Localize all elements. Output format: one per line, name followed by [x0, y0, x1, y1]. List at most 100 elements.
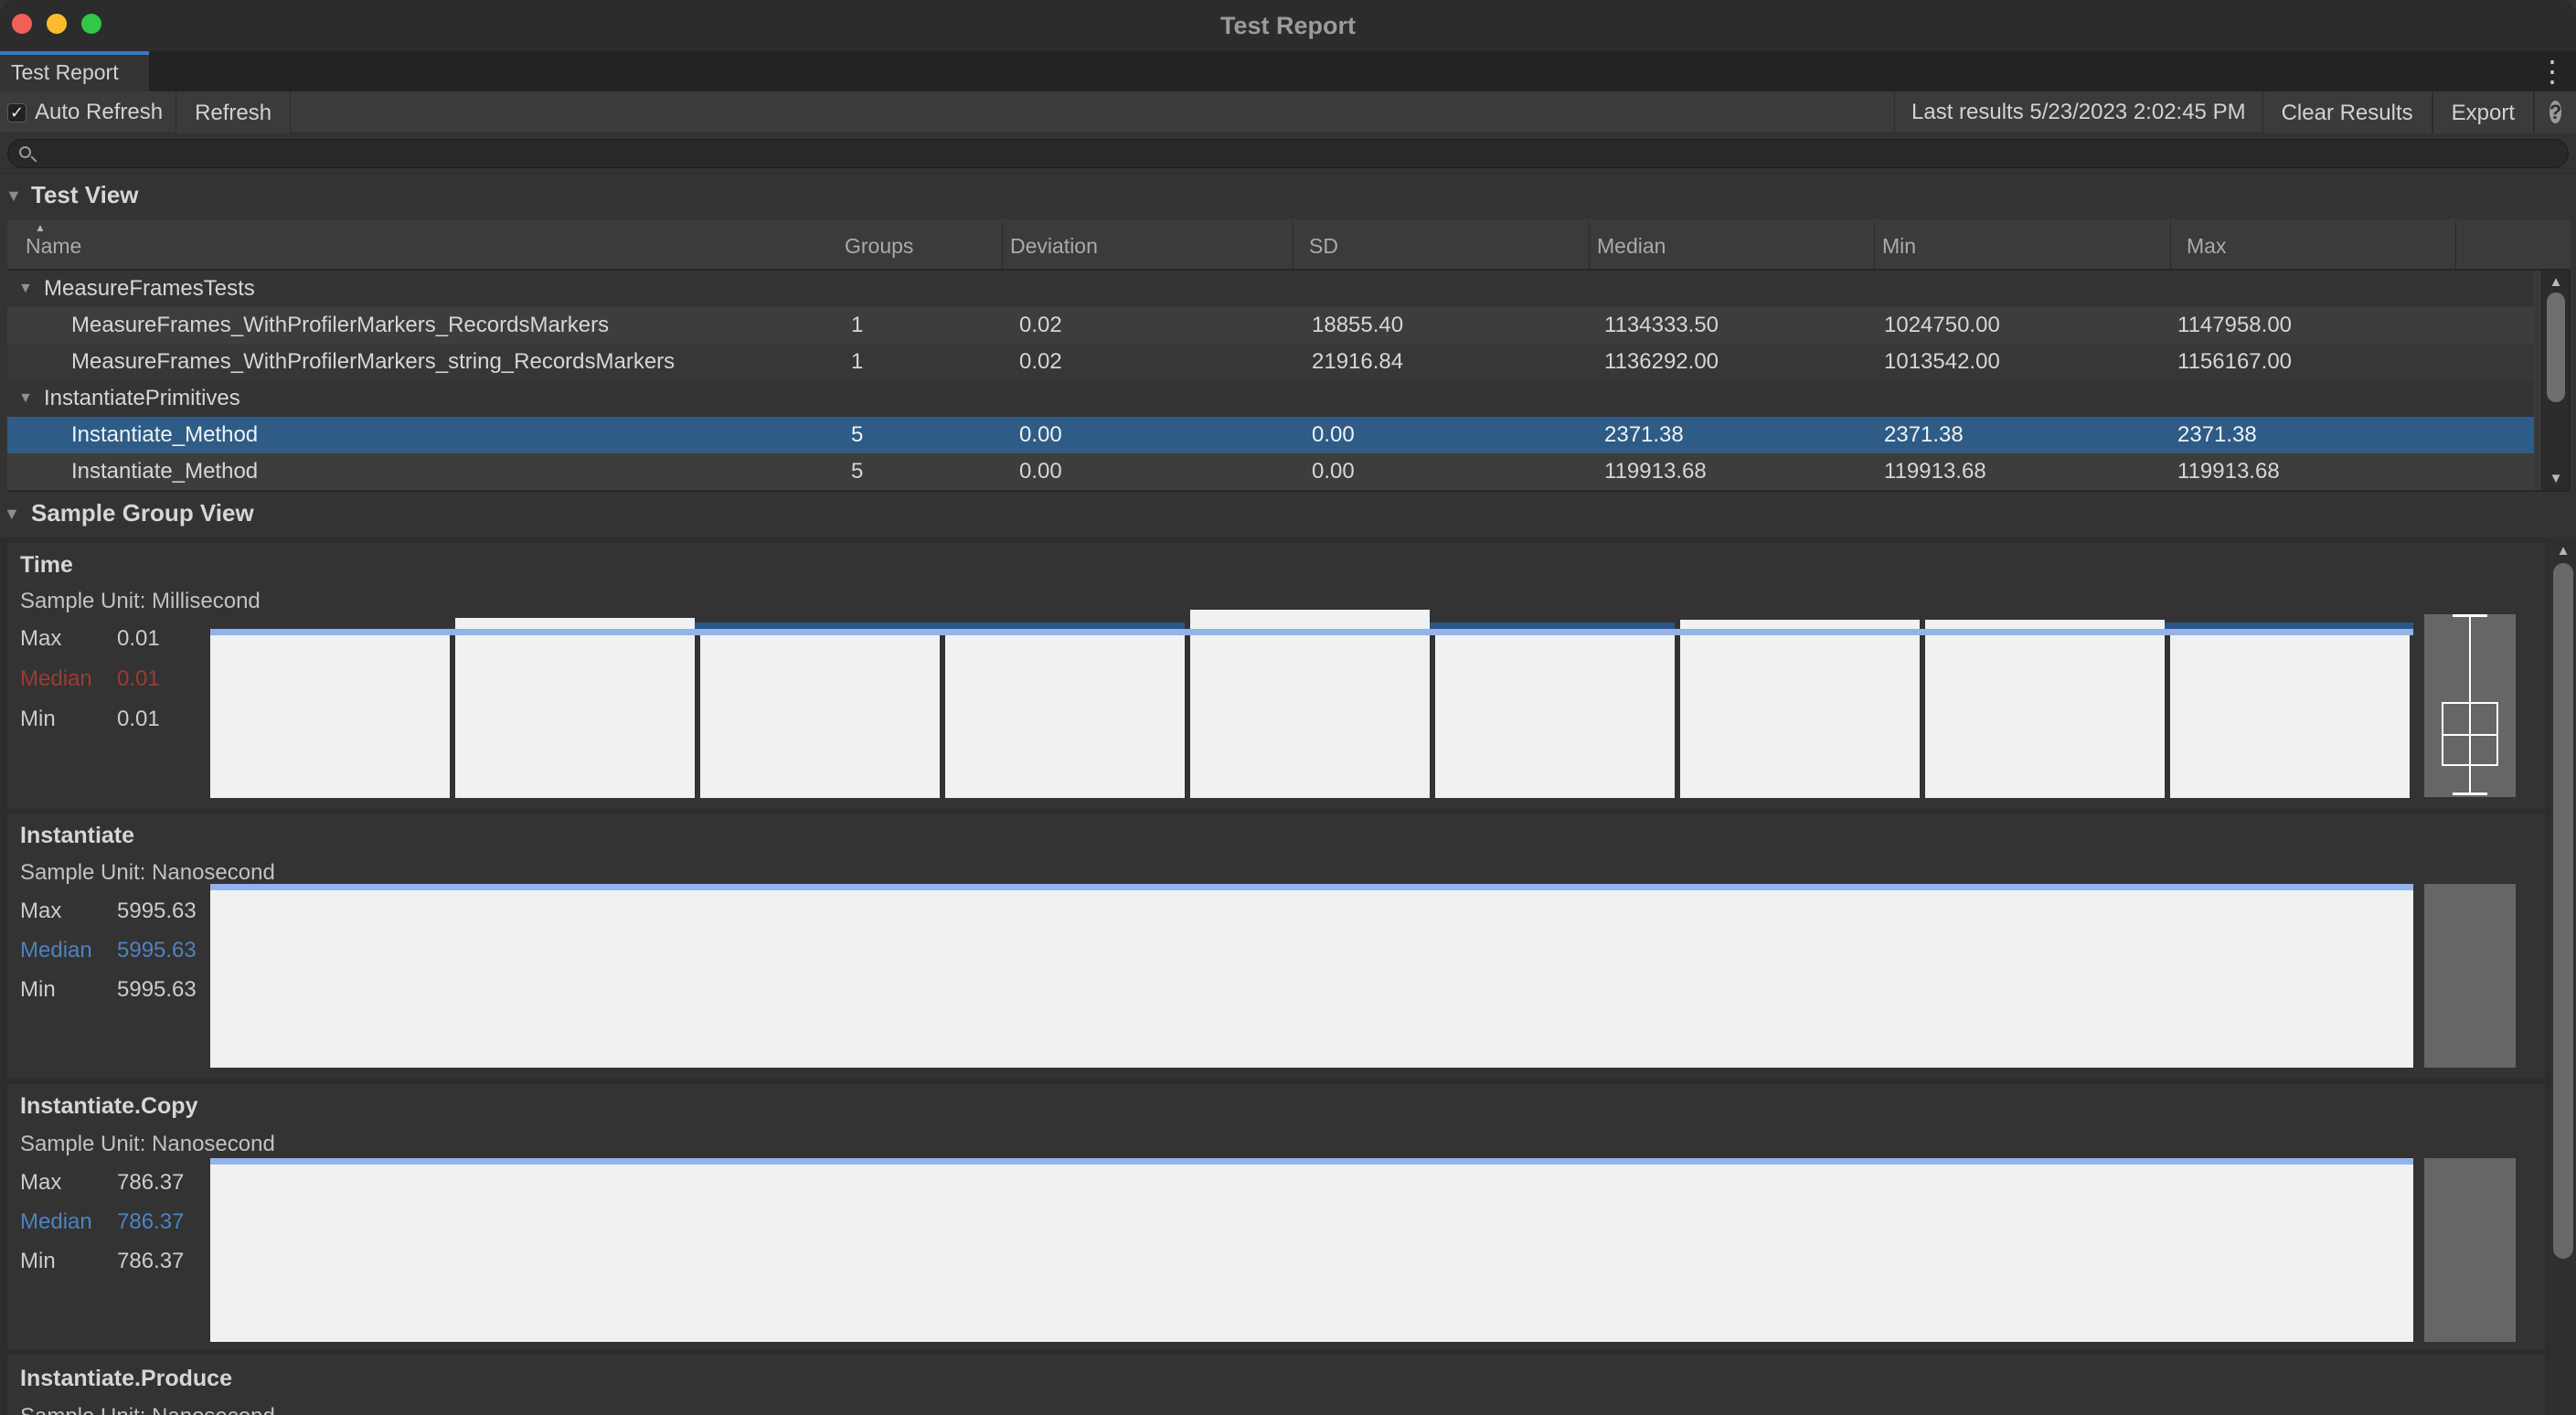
- boxplot-median: [2442, 734, 2498, 736]
- question-icon: ?: [2549, 101, 2561, 123]
- quartile-line: [2165, 622, 2413, 629]
- scrollbar-thumb[interactable]: [2547, 293, 2565, 402]
- instantiate-copy-bar-chart: [210, 1158, 2413, 1342]
- sample-unit-label: Sample Unit: Nanosecond: [20, 1132, 275, 1157]
- sample-group-panel-instantiate-produce: Instantiate.Produce Sample Unit: Nanosec…: [7, 1355, 2545, 1415]
- sample-group-panel-time: Time Sample Unit: Millisecond Max 0.01 M…: [7, 543, 2545, 808]
- help-button[interactable]: ?: [2534, 91, 2576, 133]
- sample-group-panel-instantiate: Instantiate Sample Unit: Nanosecond Max …: [7, 814, 2545, 1079]
- row-groups: 1: [851, 307, 863, 344]
- tab-test-report[interactable]: Test Report: [0, 51, 149, 91]
- sample-unit-label: Sample Unit: Nanosecond: [20, 1404, 275, 1415]
- sample-bar: [1680, 620, 1920, 798]
- row-max: 1156167.00: [2177, 344, 2292, 380]
- title-bar: Test Report: [0, 0, 2576, 51]
- stat-value-min: 786.37: [117, 1249, 184, 1274]
- column-divider: [2455, 221, 2456, 269]
- boxplot: [2424, 614, 2516, 797]
- row-groups: 1: [851, 344, 863, 380]
- row-name: Instantiate_Method: [71, 453, 258, 490]
- column-header-min[interactable]: Min: [1882, 234, 1916, 259]
- scroll-up-icon[interactable]: ▲: [2550, 543, 2576, 559]
- column-header-sd[interactable]: SD: [1309, 234, 1338, 259]
- stat-label-max: Max: [20, 626, 61, 652]
- median-line: [210, 884, 2413, 890]
- stat-label-max: Max: [20, 1170, 61, 1196]
- median-line: [210, 629, 2413, 635]
- row-sd: 0.00: [1312, 417, 1355, 453]
- scrollbar-thumb[interactable]: [2553, 563, 2573, 1259]
- stat-value-median: 786.37: [117, 1209, 184, 1235]
- row-triangle-icon[interactable]: ▼: [18, 380, 33, 417]
- sample-group-title: Time: [20, 552, 73, 579]
- kebab-menu-icon[interactable]: ⋮: [2536, 53, 2569, 90]
- row-groups: 5: [851, 453, 863, 490]
- row-sd: 18855.40: [1312, 307, 1403, 344]
- column-header-max[interactable]: Max: [2187, 234, 2226, 259]
- table-row[interactable]: MeasureFrames_WithProfilerMarkers_Record…: [7, 307, 2534, 344]
- sample-group-panel-instantiate-copy: Instantiate.Copy Sample Unit: Nanosecond…: [7, 1084, 2545, 1349]
- row-median: 1136292.00: [1604, 344, 1719, 380]
- stat-value-min: 5995.63: [117, 977, 197, 1003]
- table-row[interactable]: Instantiate_Method 5 0.00 0.00 119913.68…: [7, 453, 2534, 490]
- sample-bar: [210, 1165, 2413, 1342]
- toolbar: ✓ Auto Refresh Refresh Last results 5/23…: [0, 91, 2576, 133]
- table-row[interactable]: MeasureFrames_WithProfilerMarkers_string…: [7, 344, 2534, 380]
- row-name: InstantiatePrimitives: [44, 380, 240, 417]
- row-median: 119913.68: [1604, 453, 1707, 490]
- search-band: [0, 134, 2576, 174]
- search-icon: [19, 146, 31, 158]
- scroll-up-icon[interactable]: ▲: [2542, 274, 2570, 290]
- table-header: ▲ Name Groups Deviation SD Median Min Ma…: [7, 219, 2571, 271]
- sample-bar: [1190, 610, 1430, 798]
- quartile-line: [695, 622, 1185, 629]
- last-results-label: Last results 5/23/2023 2:02:45 PM: [1894, 91, 2262, 133]
- table-row-group[interactable]: ▼ MeasureFramesTests: [7, 271, 2534, 307]
- table-row-selected[interactable]: Instantiate_Method 5 0.00 0.00 2371.38 2…: [7, 417, 2534, 453]
- column-header-median[interactable]: Median: [1597, 234, 1666, 259]
- row-deviation: 0.00: [1019, 453, 1062, 490]
- stat-value-median: 5995.63: [117, 938, 197, 963]
- column-header-name[interactable]: Name: [26, 234, 81, 259]
- table-scrollbar[interactable]: ▲ ▼: [2541, 271, 2569, 490]
- column-divider: [2170, 221, 2171, 269]
- row-name: MeasureFrames_WithProfilerMarkers_string…: [71, 344, 675, 380]
- sample-bar: [2170, 635, 2410, 798]
- clear-results-button[interactable]: Clear Results: [2262, 91, 2432, 133]
- outer-scrollbar[interactable]: ▲: [2550, 537, 2576, 1415]
- search-input[interactable]: [7, 139, 2569, 168]
- boxplot-cap-bottom: [2453, 793, 2487, 795]
- stat-label-median: Median: [20, 666, 92, 692]
- section-sample-group-view-header[interactable]: ▼ Sample Group View: [0, 495, 2576, 537]
- auto-refresh-checkbox[interactable]: ✓: [7, 103, 27, 122]
- table-row-group[interactable]: ▼ InstantiatePrimitives: [7, 380, 2534, 417]
- sort-ascending-icon: ▲: [35, 221, 46, 234]
- row-max: 2371.38: [2177, 417, 2257, 453]
- scroll-down-icon[interactable]: ▼: [2542, 471, 2570, 486]
- row-max: 119913.68: [2177, 453, 2280, 490]
- test-view-title: Test View: [31, 181, 139, 209]
- row-min: 2371.38: [1884, 417, 1964, 453]
- export-button[interactable]: Export: [2432, 91, 2534, 133]
- column-header-groups[interactable]: Groups: [845, 234, 913, 259]
- collapse-triangle-icon[interactable]: ▼: [4, 505, 20, 524]
- median-line: [210, 1158, 2413, 1165]
- refresh-button[interactable]: Refresh: [176, 91, 291, 133]
- sample-bar: [455, 618, 695, 798]
- sample-group-title: Instantiate.Produce: [20, 1366, 232, 1392]
- collapse-triangle-icon[interactable]: ▼: [5, 186, 22, 206]
- row-triangle-icon[interactable]: ▼: [18, 271, 33, 307]
- boxplot: [2424, 884, 2516, 1068]
- row-deviation: 0.02: [1019, 307, 1062, 344]
- row-name: MeasureFramesTests: [44, 271, 255, 307]
- sample-group-view-title: Sample Group View: [31, 499, 254, 527]
- section-test-view-header[interactable]: ▼ Test View: [0, 177, 2576, 219]
- row-name: Instantiate_Method: [71, 417, 258, 453]
- stat-value-median: 0.01: [117, 666, 160, 692]
- row-min: 119913.68: [1884, 453, 1986, 490]
- column-divider: [1874, 221, 1875, 269]
- row-groups: 5: [851, 417, 863, 453]
- sample-group-area: Time Sample Unit: Millisecond Max 0.01 M…: [0, 537, 2576, 1415]
- column-header-deviation[interactable]: Deviation: [1010, 234, 1098, 259]
- row-max: 1147958.00: [2177, 307, 2292, 344]
